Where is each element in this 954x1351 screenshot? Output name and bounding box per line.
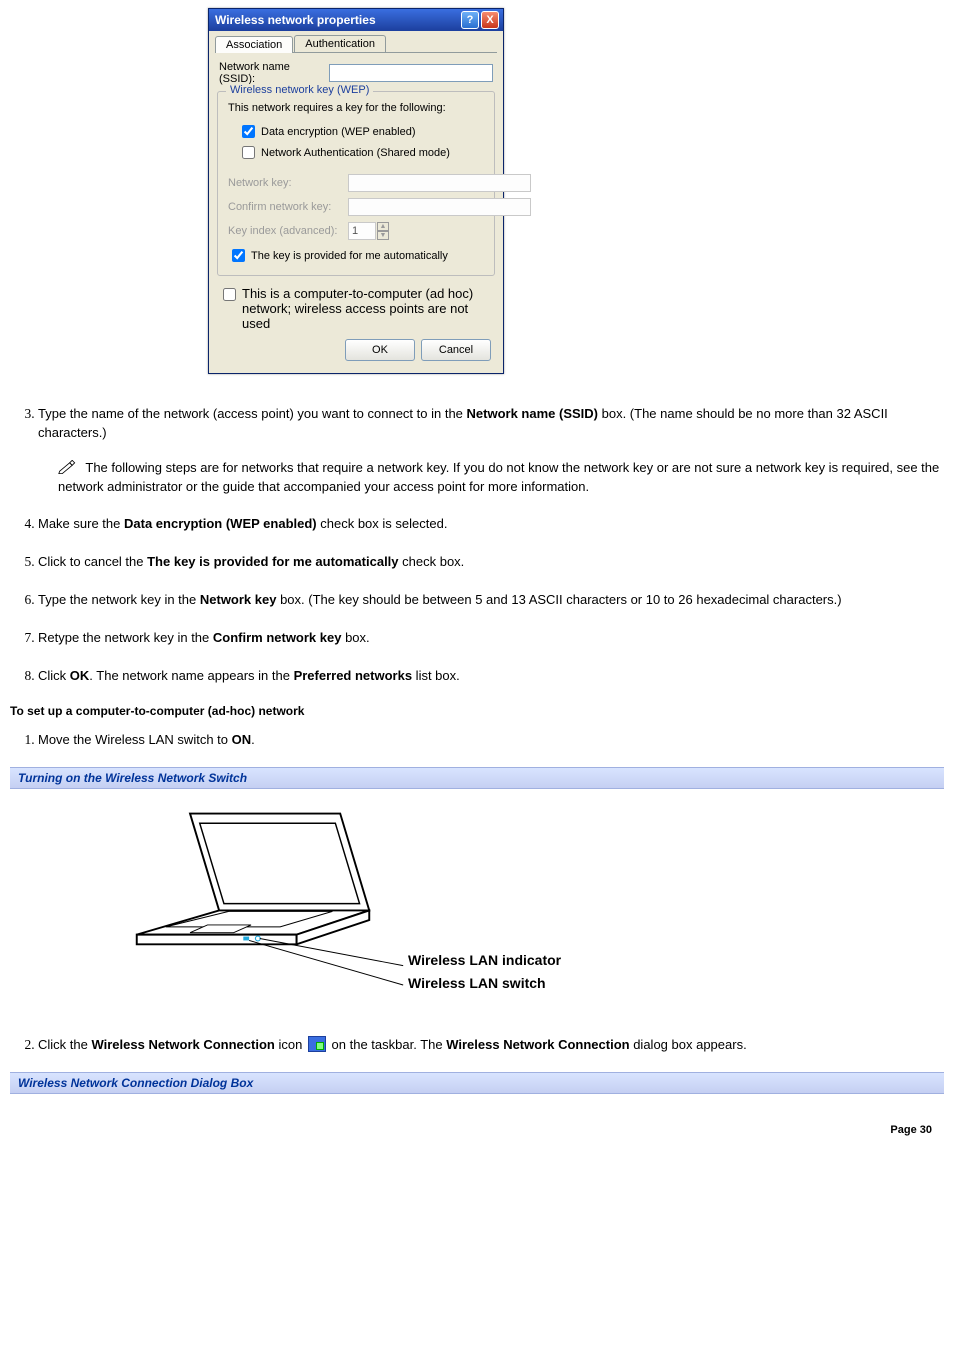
dialog-titlebar: Wireless network properties ? X bbox=[209, 9, 503, 31]
figure-label-switch: Wireless LAN switch bbox=[408, 972, 561, 994]
wireless-properties-dialog: Wireless network properties ? X Associat… bbox=[208, 8, 946, 374]
step-b1: Move the Wireless LAN switch to ON. bbox=[38, 730, 946, 750]
adhoc-checkbox[interactable] bbox=[223, 288, 236, 301]
data-encryption-label: Data encryption (WEP enabled) bbox=[261, 126, 416, 138]
instruction-list-b2: Click the Wireless Network Connection ic… bbox=[38, 1035, 946, 1055]
laptop-figure: Wireless LAN indicator Wireless LAN swit… bbox=[98, 799, 946, 1012]
confirm-key-label: Confirm network key: bbox=[228, 201, 348, 213]
ok-button[interactable]: OK bbox=[345, 339, 415, 361]
close-icon[interactable]: X bbox=[481, 11, 499, 29]
tab-authentication[interactable]: Authentication bbox=[294, 35, 386, 52]
ssid-input[interactable] bbox=[329, 64, 493, 82]
laptop-illustration bbox=[98, 799, 408, 1012]
figure-label-indicator: Wireless LAN indicator bbox=[408, 949, 561, 971]
note-block: The following steps are for networks tha… bbox=[58, 459, 946, 497]
confirm-key-input[interactable] bbox=[348, 198, 531, 216]
network-key-label: Network key: bbox=[228, 177, 348, 189]
step-6: Type the network key in the Network key … bbox=[38, 590, 946, 610]
step-7: Retype the network key in the Confirm ne… bbox=[38, 628, 946, 648]
step-5: Click to cancel the The key is provided … bbox=[38, 552, 946, 572]
data-encryption-checkbox[interactable] bbox=[242, 125, 255, 138]
adhoc-label: This is a computer-to-computer (ad hoc) … bbox=[242, 286, 492, 331]
auto-key-label: The key is provided for me automatically bbox=[251, 250, 448, 262]
instruction-list-b: Move the Wireless LAN switch to ON. bbox=[38, 730, 946, 750]
tab-association[interactable]: Association bbox=[215, 36, 293, 53]
step-3: Type the name of the network (access poi… bbox=[38, 404, 946, 496]
dialog-title: Wireless network properties bbox=[215, 13, 459, 27]
key-index-input[interactable] bbox=[348, 222, 376, 240]
ssid-label: Network name (SSID): bbox=[219, 61, 329, 85]
figure-caption-wnc: Wireless Network Connection Dialog Box bbox=[10, 1072, 944, 1094]
note-text: The following steps are for networks tha… bbox=[58, 460, 939, 494]
key-index-label: Key index (advanced): bbox=[228, 225, 348, 237]
network-key-input[interactable] bbox=[348, 174, 531, 192]
auto-key-checkbox[interactable] bbox=[232, 249, 245, 262]
step-b2: Click the Wireless Network Connection ic… bbox=[38, 1035, 946, 1055]
wireless-connection-icon bbox=[308, 1036, 326, 1052]
page-number: Page 30 bbox=[8, 1124, 932, 1136]
step-4: Make sure the Data encryption (WEP enabl… bbox=[38, 514, 946, 534]
wep-groupbox: Wireless network key (WEP) This network … bbox=[217, 91, 495, 276]
wep-intro: This network requires a key for the foll… bbox=[228, 102, 486, 114]
step-8: Click OK. The network name appears in th… bbox=[38, 666, 946, 686]
figure-caption-switch: Turning on the Wireless Network Switch bbox=[10, 767, 944, 789]
adhoc-subheading: To set up a computer-to-computer (ad-hoc… bbox=[10, 704, 946, 718]
note-icon bbox=[58, 460, 78, 474]
cancel-button[interactable]: Cancel bbox=[421, 339, 491, 361]
help-icon[interactable]: ? bbox=[461, 11, 479, 29]
wep-legend: Wireless network key (WEP) bbox=[226, 84, 373, 96]
instruction-list-a: Type the name of the network (access poi… bbox=[38, 404, 946, 686]
network-auth-checkbox[interactable] bbox=[242, 146, 255, 159]
network-auth-label: Network Authentication (Shared mode) bbox=[261, 147, 450, 159]
key-index-spinner[interactable]: ▲▼ bbox=[377, 222, 389, 240]
